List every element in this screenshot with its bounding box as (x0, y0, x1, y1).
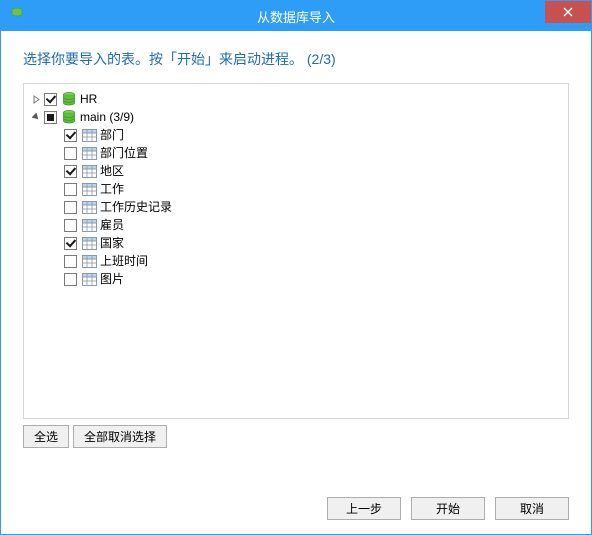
table-label: 雇员 (100, 216, 124, 234)
tree-table-row[interactable]: 部门位置 (28, 144, 564, 162)
tree-table-row[interactable]: 部门 (28, 126, 564, 144)
table-label: 部门 (100, 126, 124, 144)
table-icon (81, 218, 97, 232)
expander-spacer (50, 147, 62, 159)
table-icon (81, 272, 97, 286)
app-icon (9, 8, 25, 24)
tree-db-row[interactable]: HR (28, 90, 564, 108)
expander-spacer (50, 219, 62, 231)
selection-buttons: 全选 全部取消选择 (23, 425, 569, 448)
select-all-button[interactable]: 全选 (23, 425, 69, 448)
expander-spacer (50, 183, 62, 195)
database-icon (61, 92, 77, 106)
table-checkbox[interactable] (64, 201, 77, 214)
table-checkbox[interactable] (64, 219, 77, 232)
table-icon (81, 182, 97, 196)
table-icon (81, 128, 97, 142)
table-checkbox[interactable] (64, 129, 77, 142)
collapse-icon[interactable] (30, 111, 42, 123)
table-checkbox[interactable] (64, 273, 77, 286)
table-checkbox[interactable] (64, 237, 77, 250)
db-checkbox[interactable] (44, 111, 57, 124)
table-label: 工作历史记录 (100, 198, 172, 216)
table-checkbox[interactable] (64, 255, 77, 268)
expander-spacer (50, 129, 62, 141)
db-checkbox[interactable] (44, 93, 57, 106)
expander-spacer (50, 273, 62, 285)
dialog-window: 从数据库导入 选择你要导入的表。按「开始」来启动进程。 (2/3) HRmain… (0, 0, 592, 535)
tree-table-row[interactable]: 国家 (28, 234, 564, 252)
window-title: 从数据库导入 (1, 7, 591, 26)
tree-table-row[interactable]: 工作历史记录 (28, 198, 564, 216)
table-label: 图片 (100, 270, 124, 288)
table-checkbox[interactable] (64, 183, 77, 196)
db-label: main (3/9) (80, 108, 134, 126)
tree-table-row[interactable]: 地区 (28, 162, 564, 180)
table-label: 工作 (100, 180, 124, 198)
table-label: 国家 (100, 234, 124, 252)
close-icon (563, 7, 573, 17)
cancel-button[interactable]: 取消 (495, 497, 569, 520)
tree-table-row[interactable]: 上班时间 (28, 252, 564, 270)
tree-table-row[interactable]: 雇员 (28, 216, 564, 234)
close-button[interactable] (545, 1, 591, 23)
table-icon (81, 236, 97, 250)
tree-table-row[interactable]: 图片 (28, 270, 564, 288)
db-label: HR (80, 90, 97, 108)
expander-spacer (50, 255, 62, 267)
expander-spacer (50, 165, 62, 177)
expand-icon[interactable] (30, 93, 42, 105)
table-label: 地区 (100, 162, 124, 180)
prev-button[interactable]: 上一步 (327, 497, 401, 520)
table-icon (81, 200, 97, 214)
tree-table-row[interactable]: 工作 (28, 180, 564, 198)
table-icon (81, 164, 97, 178)
table-icon (81, 254, 97, 268)
table-label: 部门位置 (100, 144, 148, 162)
database-icon (61, 110, 77, 124)
footer-buttons: 上一步 开始 取消 (327, 497, 569, 520)
table-checkbox[interactable] (64, 165, 77, 178)
table-tree[interactable]: HRmain (3/9)部门部门位置地区工作工作历史记录雇员国家上班时间图片 (23, 83, 569, 419)
deselect-all-button[interactable]: 全部取消选择 (73, 425, 167, 448)
start-button[interactable]: 开始 (411, 497, 485, 520)
table-icon (81, 146, 97, 160)
expander-spacer (50, 201, 62, 213)
expander-spacer (50, 237, 62, 249)
tree-db-row[interactable]: main (3/9) (28, 108, 564, 126)
table-label: 上班时间 (100, 252, 148, 270)
table-checkbox[interactable] (64, 147, 77, 160)
instruction-text: 选择你要导入的表。按「开始」来启动进程。 (2/3) (1, 31, 591, 83)
titlebar: 从数据库导入 (1, 1, 591, 31)
